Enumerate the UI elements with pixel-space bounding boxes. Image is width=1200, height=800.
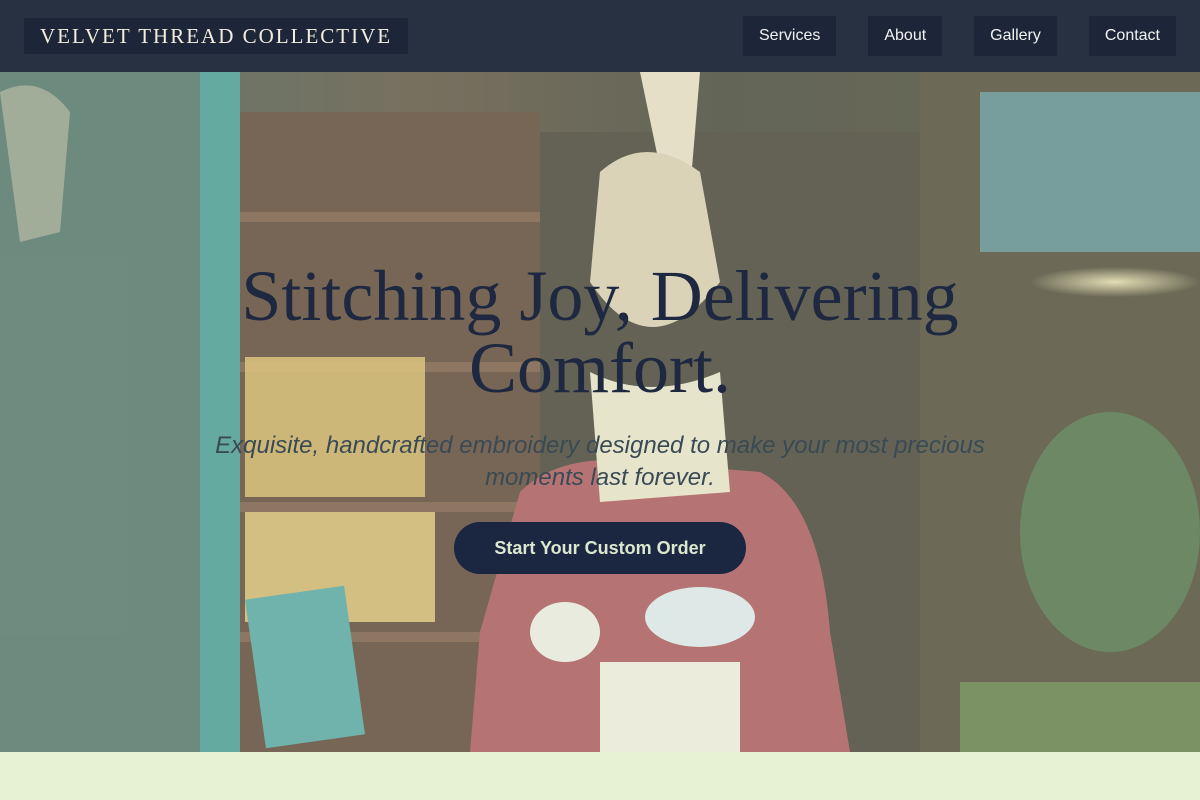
main-nav: Services About Gallery Contact [743,16,1176,56]
next-section [0,752,1200,800]
hero-subheadline: Exquisite, handcrafted embroidery design… [215,432,985,491]
hero-content: Stitching Joy, Delivering Comfort. Exqui… [0,72,1200,752]
hero-headline: Stitching Joy, Delivering Comfort. [241,256,959,408]
brand-logo[interactable]: VELVET THREAD COLLECTIVE [24,18,409,54]
nav-about[interactable]: About [868,16,943,56]
nav-contact[interactable]: Contact [1088,16,1176,56]
nav-services[interactable]: Services [743,16,837,56]
site-header: VELVET THREAD COLLECTIVE Services About … [0,0,1200,72]
nav-gallery[interactable]: Gallery [974,16,1057,56]
hero-section: Stitching Joy, Delivering Comfort. Exqui… [0,72,1200,752]
start-custom-order-button[interactable]: Start Your Custom Order [454,522,746,574]
